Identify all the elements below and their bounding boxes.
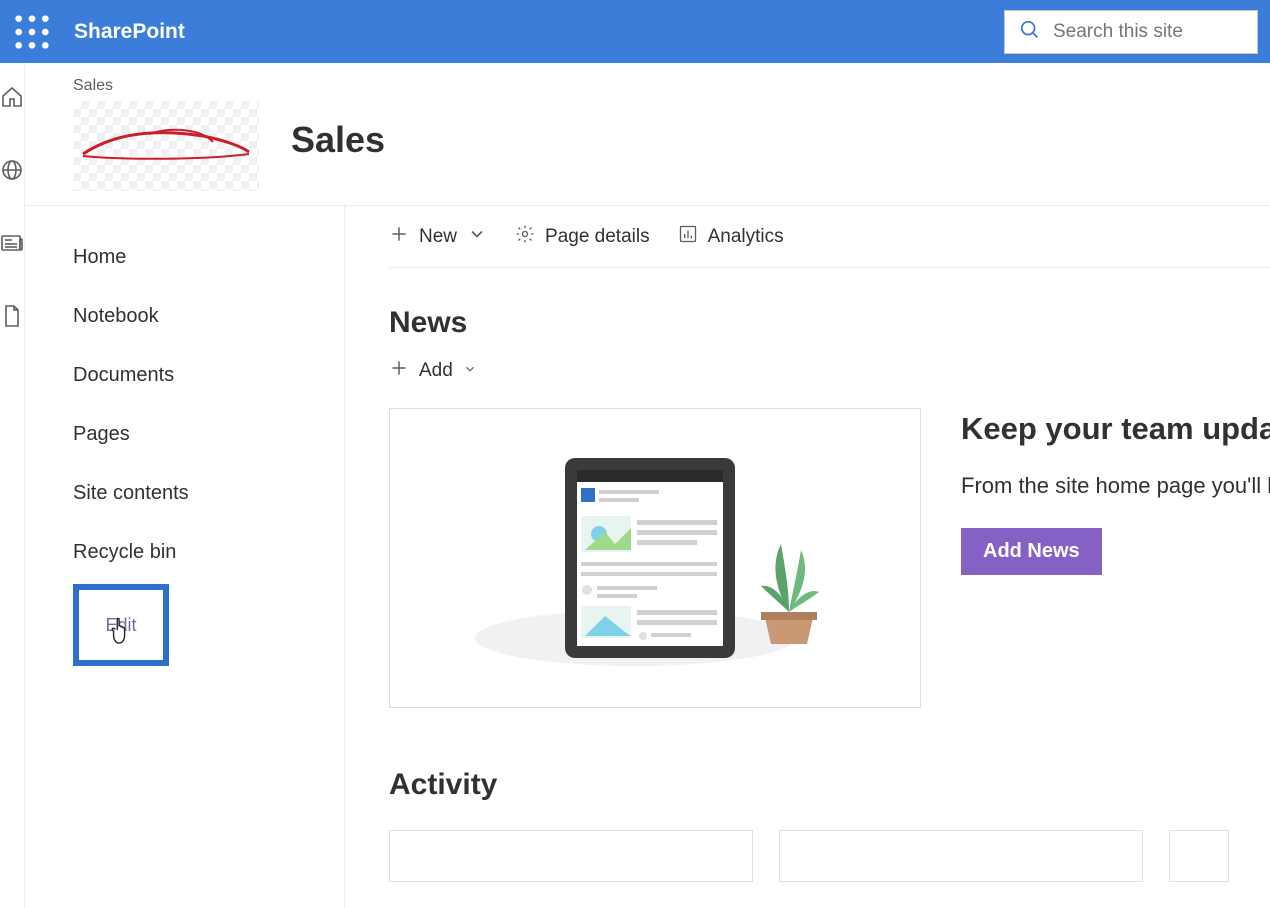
page-details-label: Page details: [545, 226, 650, 248]
page-details-button[interactable]: Page details: [515, 224, 650, 250]
sidebar-item-documents[interactable]: Documents: [73, 346, 344, 405]
activity-card[interactable]: [779, 830, 1143, 882]
sidebar-item-pages[interactable]: Pages: [73, 405, 344, 464]
sidebar-item-recycle-bin[interactable]: Recycle bin: [73, 523, 344, 582]
new-button[interactable]: New: [389, 224, 487, 250]
sidebar-item-site-contents[interactable]: Site contents: [73, 464, 344, 523]
activity-card[interactable]: [389, 830, 753, 882]
icon-rail: [0, 63, 25, 908]
chevron-down-icon: [463, 360, 477, 382]
app-launcher-icon[interactable]: [12, 12, 52, 52]
page-body: New Page details Analytics News Ad: [345, 205, 1270, 908]
file-icon[interactable]: [0, 304, 24, 331]
sidebar: Home Notebook Documents Pages Site conte…: [25, 205, 345, 908]
home-icon[interactable]: [0, 85, 24, 112]
sidebar-item-notebook[interactable]: Notebook: [73, 287, 344, 346]
activity-section-title: Activity: [389, 768, 1270, 802]
breadcrumb[interactable]: Sales: [73, 77, 259, 95]
add-label: Add: [419, 360, 453, 382]
news-icon[interactable]: [0, 231, 24, 258]
app-name[interactable]: SharePoint: [74, 20, 185, 44]
search-icon: [1019, 19, 1041, 44]
chevron-down-icon: [467, 224, 487, 250]
news-illustration: [389, 408, 921, 708]
news-heading: Keep your team updated with news on your…: [961, 410, 1270, 449]
site-header: Sales Sales: [25, 63, 1270, 205]
gear-icon: [515, 224, 535, 250]
cursor-hand-icon: [109, 617, 131, 650]
global-header: SharePoint: [0, 0, 1270, 63]
activity-card[interactable]: [1169, 830, 1229, 882]
edit-highlight-box: Edit: [73, 584, 169, 666]
news-section-title: News: [389, 306, 1270, 340]
analytics-button[interactable]: Analytics: [678, 224, 784, 250]
add-news-menu[interactable]: Add: [389, 358, 1270, 384]
search-box[interactable]: [1004, 10, 1258, 54]
sidebar-item-home[interactable]: Home: [73, 228, 344, 287]
plus-icon: [389, 358, 409, 384]
command-bar: New Page details Analytics: [389, 206, 1270, 268]
add-news-button[interactable]: Add News: [961, 528, 1102, 575]
globe-icon[interactable]: [0, 158, 24, 185]
search-input[interactable]: [1053, 21, 1243, 43]
new-label: New: [419, 226, 457, 248]
news-row: Keep your team updated with news on your…: [389, 408, 1270, 708]
analytics-icon: [678, 224, 698, 250]
page-title: Sales: [291, 119, 385, 161]
news-description: From the site home page you'll be able t…: [961, 469, 1270, 502]
site-logo[interactable]: [73, 101, 259, 191]
analytics-label: Analytics: [708, 226, 784, 248]
activity-cards: [389, 830, 1270, 882]
plus-icon: [389, 224, 409, 250]
